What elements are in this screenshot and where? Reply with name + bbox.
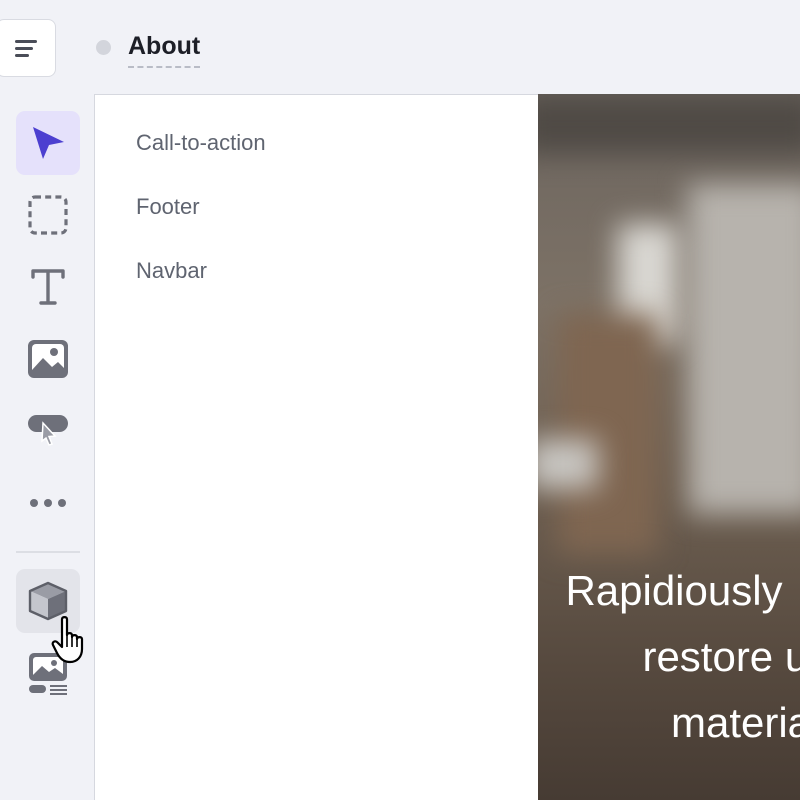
box-tool-button[interactable] — [16, 183, 80, 247]
panel-item-call-to-action[interactable]: Call-to-action — [136, 129, 266, 157]
cursor-arrow-icon — [33, 127, 64, 159]
status-dot — [96, 40, 111, 55]
more-dots-icon — [30, 499, 66, 507]
image-icon — [28, 340, 68, 378]
hero-line-2: restore user-c — [642, 633, 800, 680]
preview-blur — [538, 94, 800, 154]
components-panel: Call-to-action Footer Navbar — [94, 94, 538, 800]
toolbar-divider — [16, 551, 80, 553]
dashed-box-icon — [28, 195, 68, 235]
panel-item-footer[interactable]: Footer — [136, 193, 200, 221]
select-tool-button[interactable] — [16, 111, 80, 175]
preview-blur — [558, 314, 658, 554]
hero-line-3: materia — [670, 699, 800, 746]
toolbar — [0, 95, 95, 800]
preview-blur — [538, 439, 598, 489]
page-preview: Rapidiously restore user-c materia — [538, 94, 800, 800]
hamburger-menu-icon — [15, 40, 37, 43]
hand-pointer-icon — [51, 616, 84, 664]
more-tool-button[interactable] — [16, 471, 80, 535]
hamburger-line — [15, 54, 29, 57]
panel-item-navbar[interactable]: Navbar — [136, 257, 207, 285]
text-tool-button[interactable] — [16, 255, 80, 319]
hero-line-1: Rapidiously — [565, 567, 783, 614]
hamburger-line — [15, 47, 33, 50]
text-icon — [31, 269, 65, 305]
page-title[interactable]: About — [128, 30, 201, 68]
image-tool-button[interactable] — [16, 327, 80, 391]
button-icon — [28, 415, 68, 446]
menu-button[interactable] — [0, 19, 56, 77]
button-tool-button[interactable] — [16, 399, 80, 463]
preview-blur — [688, 184, 800, 514]
